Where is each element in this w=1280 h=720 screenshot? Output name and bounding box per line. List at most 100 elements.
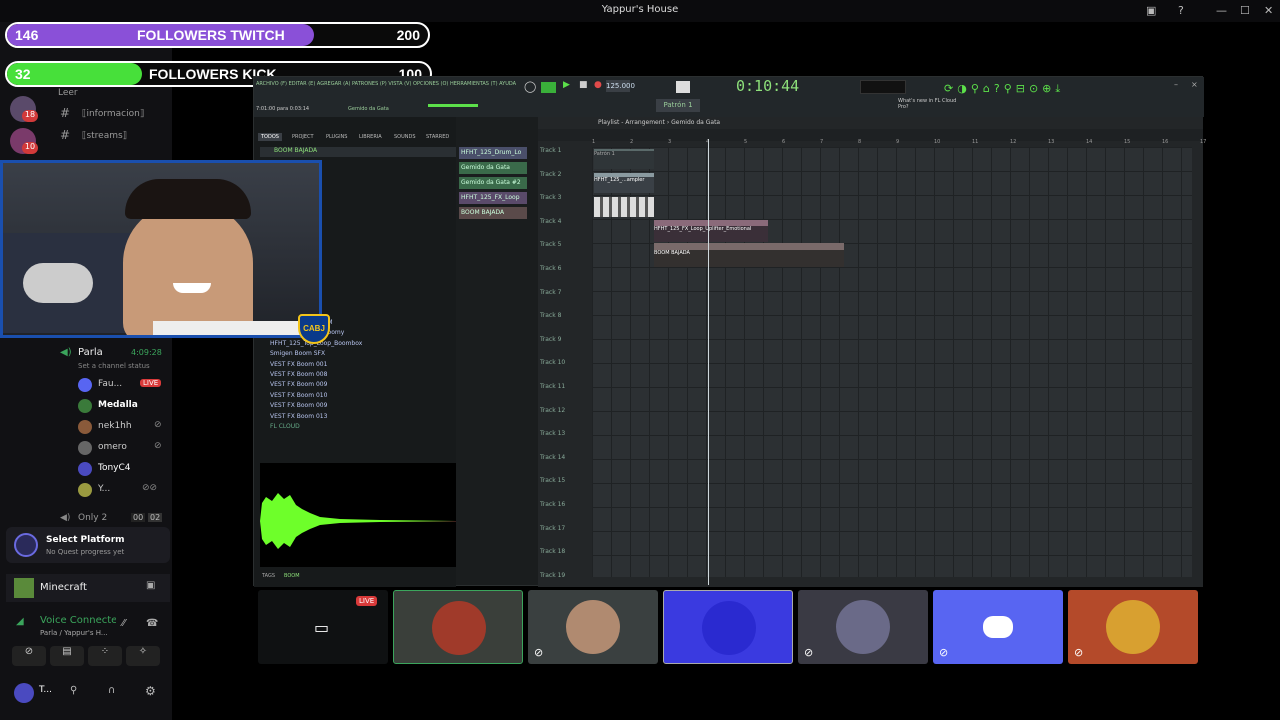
channel-button[interactable]: HFHT_125_Drum_Lo <box>459 147 527 159</box>
track-header[interactable]: Track 14 <box>540 454 565 461</box>
user-panel: T... ⚲ ∩ ⚙ <box>6 680 170 708</box>
disconnect-icon[interactable]: ☎ <box>146 618 158 629</box>
help-icon[interactable]: ? <box>1178 4 1184 17</box>
voice-channel-only2[interactable]: Only 2 <box>78 513 107 523</box>
record-mode-icon[interactable]: ◯ <box>524 80 536 93</box>
track-header[interactable]: Track 1 <box>540 147 561 154</box>
minimize-button[interactable]: — <box>1216 4 1227 17</box>
channel-button[interactable]: Gemido da Gata <box>459 162 527 174</box>
settings-gear-icon[interactable]: ⚙ <box>145 684 156 698</box>
daw-close-button[interactable]: × <box>1191 80 1198 89</box>
stream-tile[interactable]: ⊘ <box>528 590 658 664</box>
browser-tab[interactable]: SOUNDS <box>394 134 416 140</box>
microphone-icon[interactable]: ⚲ <box>70 685 77 696</box>
screen-share-button[interactable]: ▤ <box>50 646 84 666</box>
track-header[interactable]: Track 16 <box>540 501 565 508</box>
track-header[interactable]: Track 4 <box>540 218 561 225</box>
track-header[interactable]: Track 8 <box>540 312 561 319</box>
bar-number: 5 <box>744 139 748 145</box>
stream-tile[interactable]: ⊘ <box>798 590 928 664</box>
browser-item[interactable]: VEST FX Boom 009 <box>270 402 327 409</box>
stream-tile[interactable]: LIVE ▭ <box>258 590 388 664</box>
quest-panel[interactable]: Select Platform No Quest progress yet <box>6 527 170 563</box>
audio-clip[interactable]: HFHT_125_FX_Loop_Uplifter_Emotional <box>654 220 768 242</box>
user-avatar[interactable] <box>14 683 34 703</box>
camera-off-button[interactable]: ⊘ <box>12 646 46 666</box>
pattern-song-toggle[interactable] <box>541 82 556 93</box>
playlist-grid[interactable] <box>592 147 1192 577</box>
track-header[interactable]: Track 12 <box>540 407 565 414</box>
daw-menu-bar[interactable]: ARCHIVO (F) EDITAR (E) AGREGAR (A) PATRO… <box>256 81 518 87</box>
avatar <box>78 462 92 476</box>
close-button[interactable]: ✕ <box>1264 4 1273 17</box>
browser-tab[interactable]: PROJECT <box>292 134 314 140</box>
browser-item[interactable]: VEST FX Boom 009 <box>270 381 327 388</box>
browser-item[interactable]: VEST FX Boom 013 <box>270 413 327 420</box>
track-header[interactable]: Track 15 <box>540 477 565 484</box>
channel-informacion[interactable]: ⟦informacion⟧ <box>82 109 144 119</box>
audio-clip[interactable]: BOOM BAJADA <box>654 243 844 267</box>
browser-tab[interactable]: PLUGINS <box>326 134 347 140</box>
track-header[interactable]: Track 17 <box>540 525 565 532</box>
browser-tab[interactable]: STARRED <box>426 134 449 140</box>
tag-chip[interactable]: BOOM <box>284 573 300 579</box>
track-header[interactable]: Track 6 <box>540 265 561 272</box>
voice-channel-name[interactable]: Parla <box>78 347 103 358</box>
track-header[interactable]: Track 13 <box>540 430 565 437</box>
bar-number: 10 <box>934 139 941 145</box>
channel-status[interactable]: Set a channel status <box>78 362 150 370</box>
activities-button[interactable]: ⁘ <box>88 646 122 666</box>
maximize-button[interactable]: ☐ <box>1240 4 1250 17</box>
track-header[interactable]: Track 19 <box>540 572 565 579</box>
stream-tile[interactable]: ⊘ <box>1068 590 1198 664</box>
track-header[interactable]: Track 3 <box>540 194 561 201</box>
play-button[interactable]: ▶ <box>563 80 570 90</box>
track-header[interactable]: Track 2 <box>540 171 561 178</box>
browser-item[interactable]: VEST FX Boom 001 <box>270 361 327 368</box>
channel-streams[interactable]: ⟦streams⟧ <box>82 131 127 141</box>
track-header[interactable]: Track 9 <box>540 336 561 343</box>
pattern-clip[interactable]: Patrón 1 <box>594 149 654 169</box>
track-header[interactable]: Track 7 <box>540 289 561 296</box>
channel-button[interactable]: Gemido da Gata #2 <box>459 177 527 189</box>
pattern-selector[interactable]: Patrón 1 <box>656 99 700 112</box>
audio-clip[interactable]: HFHT_125_...ampler <box>594 173 654 193</box>
stream-tile[interactable]: ⊘ <box>933 590 1063 664</box>
tempo-display[interactable]: 125.000 <box>606 80 635 92</box>
track-header[interactable]: Track 11 <box>540 383 565 390</box>
browser-item[interactable]: Smigen Boom SFX <box>270 350 325 357</box>
browser-item[interactable]: VEST FX Boom 008 <box>270 371 327 378</box>
user-limit: 02 <box>148 513 163 522</box>
channel-button[interactable]: HFHT_125_FX_Loop <box>459 192 527 204</box>
stop-button[interactable]: ■ <box>579 80 588 90</box>
browser-folder[interactable]: BOOM BAJADA <box>260 147 456 157</box>
inbox-icon[interactable]: ▣ <box>1146 4 1156 17</box>
voice-user-name: Fau... <box>98 379 123 389</box>
game-controller-icon[interactable]: ▣ <box>146 580 155 591</box>
waveform-icon <box>260 493 456 549</box>
daw-minimize-button[interactable]: – <box>1174 80 1178 89</box>
activity-panel[interactable]: Minecraft ▣ <box>6 574 170 602</box>
stream-tile[interactable] <box>663 590 793 664</box>
user-count: 00 <box>131 513 146 522</box>
browser-item[interactable]: VEST FX Boom 010 <box>270 392 327 399</box>
audio-clip[interactable] <box>594 197 654 217</box>
news-ticker[interactable]: What's new in FL Cloud Pro? <box>898 98 960 110</box>
browser-tab[interactable]: LIBRERIA <box>359 134 382 140</box>
master-volume-slider[interactable] <box>428 104 478 107</box>
track-header[interactable]: Track 10 <box>540 359 565 366</box>
soundboard-button[interactable]: ✧ <box>126 646 160 666</box>
noise-suppression-icon[interactable]: ⁄⁄ <box>122 618 125 629</box>
playhead[interactable] <box>708 139 709 585</box>
metronome-button[interactable] <box>676 81 690 93</box>
browser-tab[interactable]: TODOS <box>258 133 282 141</box>
browser-item[interactable]: FL CLOUD <box>270 423 300 430</box>
track-header[interactable]: Track 5 <box>540 241 561 248</box>
channel-button[interactable]: BOOM BAJADA <box>459 207 527 219</box>
stream-tile[interactable] <box>393 590 523 664</box>
record-button[interactable]: ● <box>594 80 602 90</box>
toolbar-icons[interactable]: ⟳◑⚲⌂?⚲⊟⊙⊕⤓ <box>944 82 1064 96</box>
twitch-follower-goal: 146 FOLLOWERS TWITCH 200 <box>5 22 430 48</box>
headphones-icon[interactable]: ∩ <box>108 685 115 696</box>
track-header[interactable]: Track 18 <box>540 548 565 555</box>
